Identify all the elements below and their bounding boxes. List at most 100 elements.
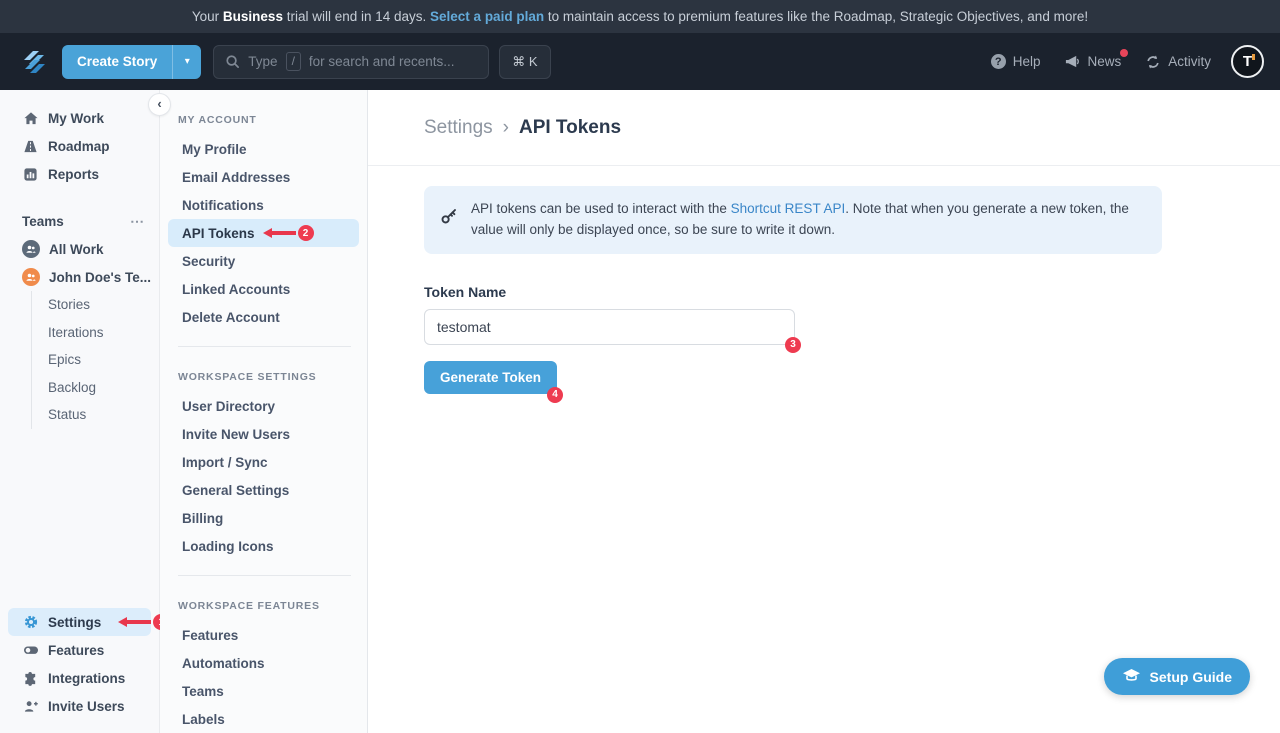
breadcrumb-settings-link[interactable]: Settings [424, 117, 493, 139]
team-subnav: Stories Iterations Epics Backlog Status [31, 291, 159, 429]
search-input[interactable]: Type / for search and recents... [213, 45, 489, 79]
settings-nav-item-email-addresses[interactable]: Email Addresses [168, 163, 359, 191]
search-placeholder-rest: for search and recents... [309, 54, 455, 69]
activity-button[interactable]: Activity [1145, 54, 1211, 70]
settings-nav-item-notifications[interactable]: Notifications [168, 191, 359, 219]
sidebar-item-all-work[interactable]: All Work [0, 235, 159, 263]
main-content: Settings › API Tokens API tokens can be … [368, 90, 1280, 733]
gear-icon [22, 614, 39, 630]
sidebar-item-invite-users[interactable]: Invite Users [8, 692, 151, 720]
top-bar: Create Story ▾ Type / for search and rec… [0, 33, 1280, 90]
settings-nav-item-labels[interactable]: Labels [168, 705, 359, 733]
nav-item-label: API Tokens [182, 226, 255, 241]
settings-nav-item-security[interactable]: Security [168, 247, 359, 275]
search-placeholder-type: Type [248, 54, 277, 69]
annotation-badge-4: 4 [547, 387, 563, 403]
settings-nav-item-user-directory[interactable]: User Directory [168, 392, 359, 420]
avatar-initial: T [1243, 53, 1252, 70]
settings-nav-item-billing[interactable]: Billing [168, 504, 359, 532]
team-name: John Doe's Te... [49, 270, 151, 285]
user-avatar[interactable]: T [1231, 45, 1264, 78]
api-tokens-info-box: API tokens can be used to interact with … [424, 186, 1162, 254]
settings-nav-item-delete-account[interactable]: Delete Account [168, 303, 359, 331]
sidebar-item-label: Invite Users [48, 699, 125, 714]
create-story-label[interactable]: Create Story [62, 45, 172, 79]
settings-nav-item-my-profile[interactable]: My Profile [168, 135, 359, 163]
road-icon [22, 138, 39, 154]
trial-banner: Your Business trial will end in 14 days.… [0, 0, 1280, 33]
sidebar-item-label: Settings [48, 615, 101, 630]
activity-sync-icon [1145, 54, 1161, 70]
collapse-sidebar-button[interactable]: ‹ [148, 93, 171, 116]
cmd-k-shortcut-button[interactable]: ⌘ K [499, 45, 550, 79]
breadcrumb-separator: › [503, 117, 509, 139]
sidebar-item-label: Reports [48, 167, 99, 182]
settings-nav-item-automations[interactable]: Automations [168, 649, 359, 677]
settings-nav-item-general-settings[interactable]: General Settings [168, 476, 359, 504]
trial-banner-text: Your Business trial will end in 14 days.… [192, 9, 1088, 24]
sidebar-item-reports[interactable]: Reports [0, 160, 159, 188]
sidebar-item-features[interactable]: Features [8, 636, 151, 664]
sidebar-item-label: My Work [48, 111, 104, 126]
shortcut-logo-icon[interactable] [16, 44, 52, 80]
arrow-shaft [127, 620, 151, 624]
token-name-label: Token Name [424, 284, 1280, 300]
setup-guide-label: Setup Guide [1150, 669, 1232, 685]
news-notification-dot [1120, 49, 1128, 57]
group-icon [22, 268, 40, 286]
create-story-caret-icon[interactable]: ▾ [172, 45, 201, 79]
settings-nav: MY ACCOUNT My Profile Email Addresses No… [160, 90, 368, 733]
select-paid-plan-link[interactable]: Select a paid plan [430, 9, 544, 24]
settings-nav-item-linked-accounts[interactable]: Linked Accounts [168, 275, 359, 303]
section-label-workspace-features: WORKSPACE FEATURES [160, 576, 367, 621]
annotation-badge-3: 3 [785, 337, 801, 353]
annotation-badge-2: 2 [298, 225, 314, 241]
settings-nav-item-features[interactable]: Features [168, 621, 359, 649]
sidebar-bottom: Settings 1 Features [0, 608, 159, 733]
annotation-arrow-2: 2 [263, 225, 314, 241]
app-body: My Work Roadmap Reports Teams ⋯ [0, 90, 1280, 733]
setup-guide-button[interactable]: Setup Guide [1104, 658, 1250, 695]
teams-menu-icon[interactable]: ⋯ [130, 213, 145, 230]
sidebar-item-iterations[interactable]: Iterations [48, 319, 159, 347]
sidebar-item-integrations[interactable]: Integrations [8, 664, 151, 692]
token-name-input[interactable] [424, 309, 795, 345]
search-icon [225, 54, 240, 69]
shortcut-app-window: Your Business trial will end in 14 days.… [0, 0, 1280, 733]
create-story-button[interactable]: Create Story ▾ [62, 45, 201, 79]
toggle-icon [22, 642, 39, 658]
left-sidebar: My Work Roadmap Reports Teams ⋯ [0, 90, 160, 733]
token-name-field-wrap: 3 [424, 309, 795, 345]
settings-nav-item-teams[interactable]: Teams [168, 677, 359, 705]
settings-nav-item-loading-icons[interactable]: Loading Icons [168, 532, 359, 560]
news-button[interactable]: News [1064, 54, 1121, 69]
person-plus-icon [22, 698, 39, 714]
sidebar-item-backlog[interactable]: Backlog [48, 374, 159, 402]
sidebar-item-my-work[interactable]: My Work [0, 104, 159, 132]
house-icon [22, 110, 39, 126]
breadcrumb: Settings › API Tokens [368, 90, 1280, 166]
sidebar-item-john-does-team[interactable]: John Doe's Te... [0, 263, 159, 291]
help-label: Help [1013, 54, 1041, 69]
sidebar-item-roadmap[interactable]: Roadmap [0, 132, 159, 160]
settings-nav-item-invite-new-users[interactable]: Invite New Users [168, 420, 359, 448]
sidebar-item-epics[interactable]: Epics [48, 346, 159, 374]
settings-nav-item-api-tokens[interactable]: API Tokens 2 [168, 219, 359, 247]
help-icon: ? [991, 54, 1006, 69]
sidebar-item-settings[interactable]: Settings 1 [8, 608, 151, 636]
news-label: News [1087, 54, 1121, 69]
arrow-head [263, 228, 272, 238]
info-text: API tokens can be used to interact with … [471, 199, 1146, 241]
settings-nav-item-import-sync[interactable]: Import / Sync [168, 448, 359, 476]
shortcut-rest-api-link[interactable]: Shortcut REST API [731, 201, 846, 216]
teams-section-header: Teams ⋯ [0, 207, 159, 235]
api-tokens-panel: API tokens can be used to interact with … [368, 166, 1280, 394]
sidebar-item-status[interactable]: Status [48, 401, 159, 429]
section-label-workspace-settings: WORKSPACE SETTINGS [160, 347, 367, 392]
page-title: API Tokens [519, 117, 621, 139]
section-label-my-account: MY ACCOUNT [160, 90, 367, 135]
graduation-cap-icon [1122, 668, 1141, 685]
sidebar-item-stories[interactable]: Stories [48, 291, 159, 319]
generate-token-button[interactable]: Generate Token [424, 361, 557, 394]
help-button[interactable]: ? Help [991, 54, 1041, 69]
